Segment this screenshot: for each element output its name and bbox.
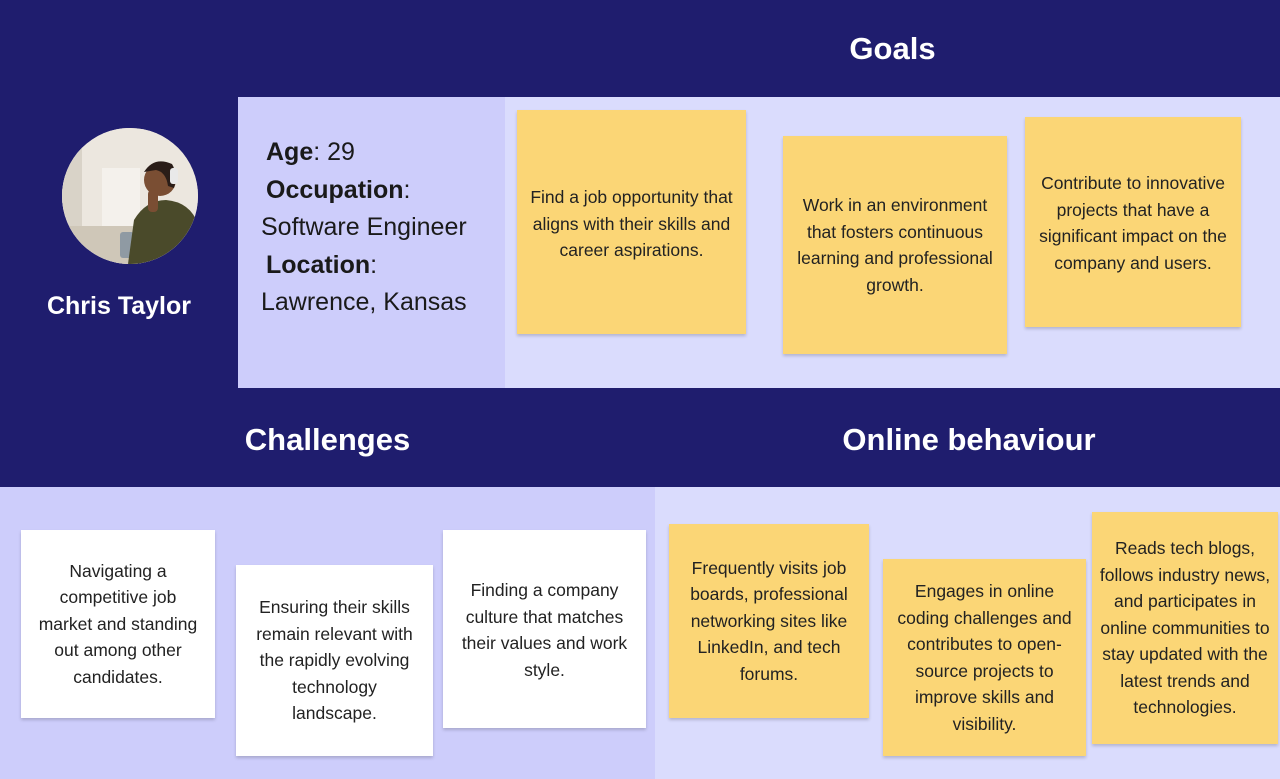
behaviour-note: Frequently visits job boards, profession… (669, 524, 869, 718)
online-behaviour-title: Online behaviour (842, 422, 1096, 457)
behaviour-note: Reads tech blogs, follows industry news,… (1092, 512, 1278, 744)
challenge-note: Finding a company culture that matches t… (443, 530, 646, 728)
goal-note: Work in an environment that fosters cont… (783, 136, 1007, 354)
age-label: Age (266, 138, 314, 166)
location-label: Location (266, 250, 371, 279)
location-value: Lawrence, Kansas (261, 288, 467, 316)
behaviour-note: Engages in online coding challenges and … (883, 559, 1086, 756)
occupation-row: Occupation: (261, 172, 467, 210)
goal-note: Find a job opportunity that aligns with … (517, 110, 746, 334)
age-value: 29 (327, 138, 355, 166)
persona-name: Chris Taylor (46, 292, 192, 320)
occupation-label: Occupation (266, 175, 404, 204)
avatar (62, 128, 198, 264)
person-photo-icon (62, 128, 198, 264)
challenge-note: Ensuring their skills remain relevant wi… (236, 565, 433, 756)
persona-details: Age: 29 Occupation: Software Engineer Lo… (261, 134, 467, 322)
location-row: Location: (261, 247, 467, 285)
occupation-value: Software Engineer (261, 213, 467, 241)
goals-title: Goals (849, 31, 936, 66)
goal-note: Contribute to innovative projects that h… (1025, 117, 1241, 327)
age-row: Age: 29 (261, 134, 467, 172)
challenge-note: Navigating a competitive job market and … (21, 530, 215, 718)
challenges-title: Challenges (244, 422, 411, 457)
